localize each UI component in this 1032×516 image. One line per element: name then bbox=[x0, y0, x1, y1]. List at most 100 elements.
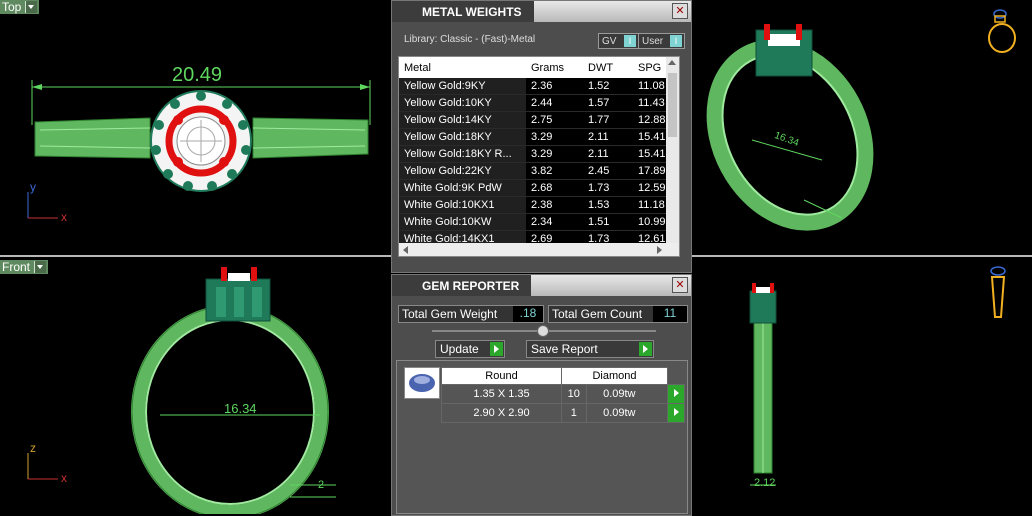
gv-label: GV bbox=[602, 35, 617, 47]
viewport-front-dimension: 16.34 bbox=[224, 401, 257, 416]
chevron-down-icon[interactable] bbox=[25, 1, 38, 13]
metal-name: Yellow Gold:18KY R... bbox=[399, 145, 526, 163]
total-gem-weight: Total Gem Weight .18 bbox=[398, 305, 544, 323]
metal-name: White Gold:9K PdW bbox=[399, 179, 526, 197]
viewport-side-dimension: 2.12 bbox=[754, 477, 776, 489]
table-row[interactable]: White Gold:10KW 2.34 1.51 10.99 bbox=[399, 213, 671, 231]
gem-reporter-titlebar[interactable]: GEM REPORTER ✕ bbox=[392, 275, 691, 296]
viewport-top[interactable]: 20.49 y x Top bbox=[0, 0, 390, 255]
grams-value: 2.68 bbox=[526, 179, 583, 197]
dwt-value: 1.57 bbox=[583, 94, 633, 112]
metal-weights-titlebar[interactable]: METAL WEIGHTS ✕ bbox=[392, 1, 691, 22]
table-row[interactable]: White Gold:9K PdW 2.68 1.73 12.59 bbox=[399, 179, 671, 197]
metal-weights-grid[interactable]: Metal Grams DWT SPG Yellow Gold:9KY 2.36 1… bbox=[398, 56, 680, 257]
horizontal-scrollbar[interactable] bbox=[399, 243, 679, 256]
col-round: Round bbox=[441, 367, 562, 385]
row-detail-button[interactable] bbox=[667, 403, 685, 423]
metal-name: Yellow Gold:9KY bbox=[399, 78, 526, 95]
ring-icon[interactable] bbox=[986, 4, 1018, 56]
gem-shape-icon bbox=[404, 367, 440, 399]
gem-count: 10 bbox=[561, 384, 587, 404]
metal-name: Yellow Gold:22KY bbox=[399, 162, 526, 180]
gv-switch-icon: I bbox=[624, 35, 636, 47]
user-toggle[interactable]: User I bbox=[638, 33, 685, 49]
band-width-label: 2 bbox=[318, 479, 325, 491]
grams-value: 3.82 bbox=[526, 162, 583, 180]
table-row[interactable]: Yellow Gold:10KY 2.44 1.57 11.43 bbox=[399, 94, 671, 112]
metal-name: White Gold:10KX1 bbox=[399, 196, 526, 214]
viewport-perspective[interactable]: 16.34 bbox=[692, 0, 1032, 255]
dwt-value: 1.53 bbox=[583, 196, 633, 214]
dwt-value: 2.11 bbox=[583, 128, 633, 146]
viewport-front-label[interactable]: Front bbox=[0, 260, 49, 274]
close-icon[interactable]: ✕ bbox=[672, 277, 688, 293]
grams-value: 2.36 bbox=[526, 78, 583, 95]
pendant-icon[interactable] bbox=[986, 263, 1012, 321]
row-detail-button[interactable] bbox=[667, 384, 685, 404]
collapse-icon[interactable] bbox=[537, 325, 549, 337]
grams-value: 2.34 bbox=[526, 213, 583, 231]
total-gem-count-value: 11 bbox=[653, 306, 687, 322]
metal-name: Yellow Gold:18KY bbox=[399, 128, 526, 146]
metal-weights-title: METAL WEIGHTS bbox=[392, 1, 534, 22]
update-button-label: Update bbox=[440, 342, 479, 356]
scroll-up-icon[interactable] bbox=[668, 60, 676, 65]
play-icon bbox=[673, 408, 679, 416]
col-grams[interactable]: Grams bbox=[526, 57, 583, 78]
gem-report-header-row: Round Diamond bbox=[441, 367, 685, 385]
dwt-value: 1.73 bbox=[583, 179, 633, 197]
table-row[interactable]: Yellow Gold:18KY R... 3.29 2.11 15.41 bbox=[399, 145, 671, 163]
scroll-thumb[interactable] bbox=[668, 73, 677, 137]
table-row[interactable]: Yellow Gold:22KY 3.82 2.45 17.89 bbox=[399, 162, 671, 180]
axis-x-label: x bbox=[61, 210, 67, 224]
gem-reporter-title: GEM REPORTER bbox=[392, 275, 532, 296]
gem-weight: 0.09tw bbox=[585, 403, 669, 423]
perspective-view-drawing bbox=[706, 9, 1016, 231]
scroll-left-icon[interactable] bbox=[403, 246, 408, 254]
col-metal[interactable]: Metal bbox=[399, 57, 526, 78]
table-row[interactable]: Yellow Gold:14KY 2.75 1.77 12.88 bbox=[399, 111, 671, 129]
gv-toggle[interactable]: GV I bbox=[598, 33, 639, 49]
save-report-button[interactable]: Save Report bbox=[526, 340, 654, 358]
viewport-front[interactable]: 16.34 2 z x Front bbox=[0, 257, 390, 514]
front-view-drawing bbox=[27, 267, 336, 514]
gem-report-table: Round Diamond 1.35 X 1.35 10 0.09tw 2.90 X … bbox=[441, 367, 685, 423]
table-row[interactable]: Yellow Gold:9KY 2.36 1.52 11.08 bbox=[399, 78, 671, 95]
gem-count: 1 bbox=[561, 403, 587, 423]
dwt-value: 1.52 bbox=[583, 78, 633, 95]
table-row[interactable]: 1.35 X 1.35 10 0.09tw bbox=[441, 384, 685, 404]
grams-value: 2.75 bbox=[526, 111, 583, 129]
metal-name: Yellow Gold:14KY bbox=[399, 111, 526, 129]
update-button[interactable]: Update bbox=[435, 340, 505, 358]
metal-name: White Gold:10KW bbox=[399, 213, 526, 231]
table-row[interactable]: White Gold:10KX1 2.38 1.53 11.18 bbox=[399, 196, 671, 214]
viewport-top-label-text: Top bbox=[2, 0, 22, 14]
table-row[interactable]: 2.90 X 2.90 1 0.09tw bbox=[441, 403, 685, 423]
save-report-button-label: Save Report bbox=[531, 342, 598, 356]
table-row[interactable]: Yellow Gold:18KY 3.29 2.11 15.41 bbox=[399, 128, 671, 146]
dwt-value: 1.77 bbox=[583, 111, 633, 129]
dwt-value: 2.45 bbox=[583, 162, 633, 180]
total-gem-weight-label: Total Gem Weight bbox=[402, 307, 498, 321]
gem-report-area: Round Diamond 1.35 X 1.35 10 0.09tw 2.90 X … bbox=[396, 360, 688, 514]
col-dwt[interactable]: DWT bbox=[583, 57, 633, 78]
library-label: Library: Classic - (Fast)-Metal bbox=[404, 34, 536, 45]
viewport-side[interactable]: 2.12 bbox=[692, 257, 1032, 514]
axis-x-label-front: x bbox=[61, 471, 67, 485]
chevron-down-icon[interactable] bbox=[34, 261, 47, 273]
dwt-value: 1.51 bbox=[583, 213, 633, 231]
user-label: User bbox=[642, 35, 664, 47]
vertical-scrollbar[interactable] bbox=[666, 57, 679, 256]
close-icon[interactable]: ✕ bbox=[672, 3, 688, 19]
axis-z-label: z bbox=[30, 441, 36, 455]
gem-size: 2.90 X 2.90 bbox=[441, 403, 562, 423]
grams-value: 2.44 bbox=[526, 94, 583, 112]
total-gem-weight-value: .18 bbox=[513, 306, 543, 322]
scroll-right-icon[interactable] bbox=[657, 246, 662, 254]
gem-reporter-panel: GEM REPORTER ✕ Total Gem Weight .18 Tota… bbox=[391, 274, 692, 516]
total-gem-count: Total Gem Count 11 bbox=[548, 305, 688, 323]
metal-weights-panel: METAL WEIGHTS ✕ Library: Classic - (Fast… bbox=[391, 0, 692, 273]
viewport-front-label-text: Front bbox=[2, 260, 31, 274]
play-icon bbox=[673, 389, 679, 397]
viewport-top-label[interactable]: Top bbox=[0, 0, 40, 14]
